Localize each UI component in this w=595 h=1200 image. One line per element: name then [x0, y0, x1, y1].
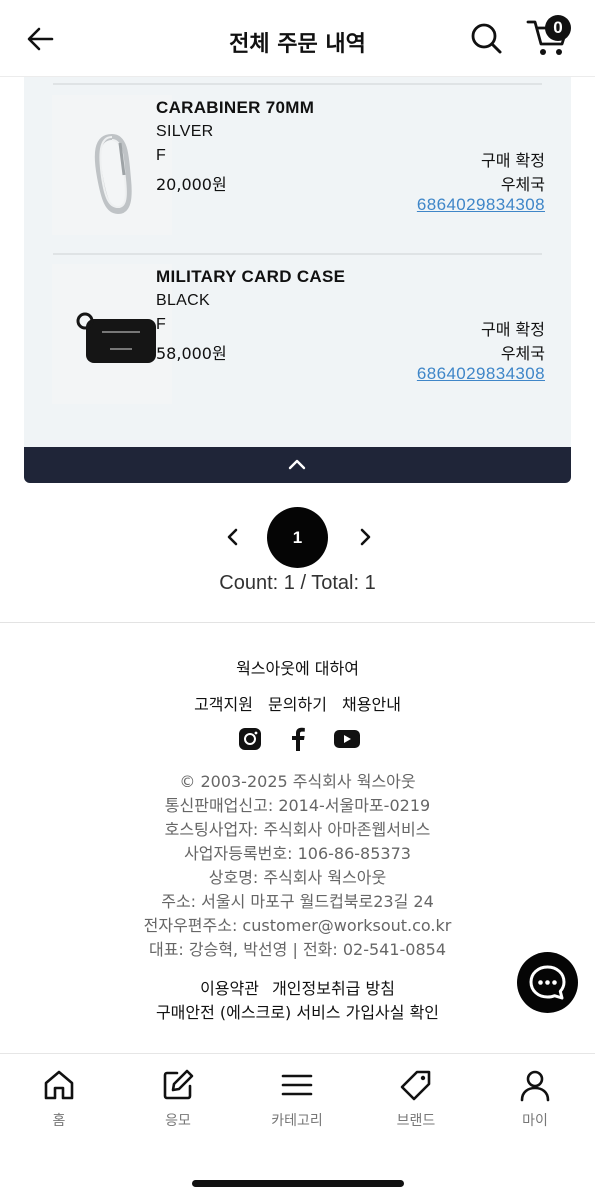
footer-email: 전자우편주소: customer@worksout.co.kr	[143, 916, 452, 935]
card-case-image	[76, 312, 156, 363]
order-item: MILITARY CARD CASE BLACK F 58,000원 구매 확정…	[24, 254, 571, 419]
footer-hosting: 호스팅사업자: 주식회사 아마존웹서비스	[164, 820, 431, 839]
search-button[interactable]	[468, 20, 504, 56]
product-price: 20,000원	[156, 175, 227, 194]
nav-entry[interactable]: 응모	[138, 1068, 218, 1138]
careers-link[interactable]: 채용안내	[342, 695, 401, 714]
nav-home-label: 홈	[52, 1113, 66, 1129]
current-page-button[interactable]: 1	[267, 507, 328, 568]
section-divider	[0, 622, 595, 623]
order-status: 구매 확정	[481, 320, 545, 339]
footer-contact: 대표: 강승혁, 박선영 | 전화: 02-541-0854	[148, 940, 447, 959]
footer-links: 고객지원 문의하기 채용안내	[0, 691, 595, 715]
chat-button[interactable]	[517, 952, 578, 1013]
facebook-icon	[292, 727, 305, 751]
inquiry-link[interactable]: 문의하기	[268, 695, 327, 714]
collapse-orders-button[interactable]	[24, 447, 571, 483]
product-image[interactable]	[52, 264, 172, 404]
nav-brand[interactable]: 브랜드	[376, 1068, 456, 1138]
order-item: CARABINER 70MM SILVER F 20,000원 구매 확정 우체…	[24, 85, 571, 250]
previous-page-button[interactable]	[220, 524, 246, 550]
order-list-panel: CARABINER 70MM SILVER F 20,000원 구매 확정 우체…	[24, 77, 571, 447]
footer-business-number: 사업자등록번호: 106-86-85373	[184, 844, 411, 863]
product-image[interactable]	[52, 95, 172, 235]
nav-my[interactable]: 마이	[495, 1068, 575, 1138]
instagram-icon	[239, 728, 261, 750]
home-icon	[44, 1070, 74, 1100]
facebook-button[interactable]	[288, 727, 308, 751]
courier-name: 우체국	[500, 175, 545, 194]
product-name: CARABINER 70MM	[156, 98, 315, 117]
footer-copyright: © 2003-2025 주식회사 웍스아웃	[179, 772, 416, 791]
escrow-link[interactable]: 구매안전 (에스크로) 서비스 가입사실 확인	[0, 999, 595, 1023]
chevron-right-icon	[360, 528, 371, 546]
result-count: Count: 1 / Total: 1	[219, 572, 376, 594]
cart-count-badge: 0	[545, 15, 571, 41]
privacy-policy-link[interactable]: 개인정보취급 방침	[272, 979, 395, 998]
product-name: MILITARY CARD CASE	[156, 267, 346, 286]
order-status: 구매 확정	[481, 151, 545, 170]
about-link[interactable]: 웍스아웃에 대하여	[0, 655, 595, 679]
next-page-button[interactable]	[352, 524, 378, 550]
product-color: SILVER	[156, 123, 214, 140]
nav-entry-label: 응모	[165, 1113, 191, 1129]
bottom-navigation: 홈 응모 카테고리 브랜드 마이	[0, 1053, 595, 1200]
product-size: F	[156, 147, 166, 164]
edit-icon	[163, 1069, 194, 1100]
tracking-number-link[interactable]: 6864029834308	[417, 364, 545, 384]
terms-link[interactable]: 이용약관	[200, 979, 259, 998]
menu-icon	[281, 1074, 313, 1096]
chevron-left-icon	[227, 528, 238, 546]
chevron-up-icon	[288, 459, 306, 470]
youtube-button[interactable]	[333, 727, 361, 751]
nav-home[interactable]: 홈	[19, 1068, 99, 1138]
youtube-icon	[334, 730, 360, 748]
footer-address: 주소: 서울시 마포구 월드컵북로23길 24	[161, 892, 434, 911]
nav-category-label: 카테고리	[271, 1113, 323, 1129]
product-size: F	[156, 316, 166, 333]
carabiner-image	[94, 133, 132, 215]
tag-icon	[400, 1070, 431, 1101]
product-price: 58,000원	[156, 344, 227, 363]
tracking-number-link[interactable]: 6864029834308	[417, 195, 545, 215]
policy-links: 이용약관 개인정보취급 방침	[0, 975, 595, 999]
search-icon	[471, 23, 502, 54]
nav-my-label: 마이	[522, 1113, 548, 1129]
customer-support-link[interactable]: 고객지원	[194, 695, 253, 714]
nav-category[interactable]: 카테고리	[257, 1068, 337, 1138]
home-indicator	[192, 1180, 404, 1187]
chat-bubble-icon	[529, 965, 566, 1000]
courier-name: 우체국	[500, 344, 545, 363]
page-title: 전체 주문 내역	[229, 32, 366, 57]
footer-business-report: 통신판매업신고: 2014-서울마포-0219	[164, 796, 431, 815]
product-color: BLACK	[156, 292, 210, 309]
instagram-button[interactable]	[238, 727, 262, 751]
top-header: 전체 주문 내역 0	[0, 0, 595, 77]
user-icon	[520, 1070, 550, 1102]
footer-company-name: 상호명: 주식회사 웍스아웃	[208, 868, 387, 887]
nav-brand-label: 브랜드	[396, 1113, 436, 1129]
